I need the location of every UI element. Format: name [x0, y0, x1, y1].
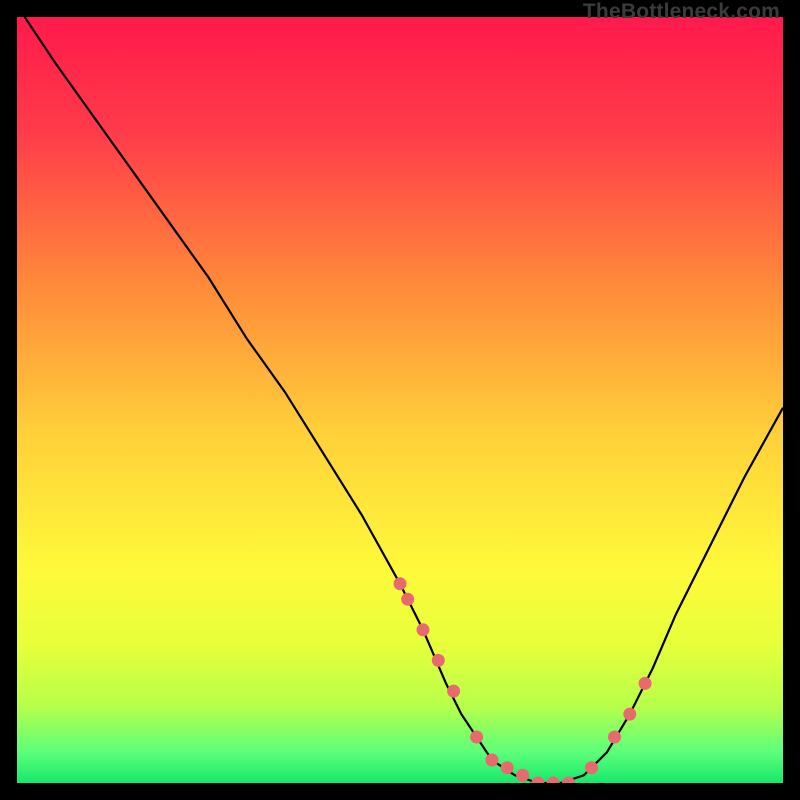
data-point-dot: [447, 685, 460, 698]
data-point-dot: [585, 761, 598, 774]
data-point-dot: [401, 593, 414, 606]
watermark-text: TheBottleneck.com: [583, 0, 780, 24]
data-point-dot: [394, 577, 407, 590]
gradient-background: [17, 17, 783, 783]
data-point-dot: [470, 731, 483, 744]
bottleneck-chart: [17, 17, 783, 783]
data-point-dot: [516, 769, 529, 782]
chart-frame: [17, 17, 783, 783]
data-point-dot: [432, 654, 445, 667]
data-point-dot: [485, 754, 498, 767]
data-point-dot: [501, 761, 514, 774]
data-point-dot: [417, 623, 430, 636]
data-point-dot: [639, 677, 652, 690]
data-point-dot: [623, 708, 636, 721]
data-point-dot: [608, 731, 621, 744]
